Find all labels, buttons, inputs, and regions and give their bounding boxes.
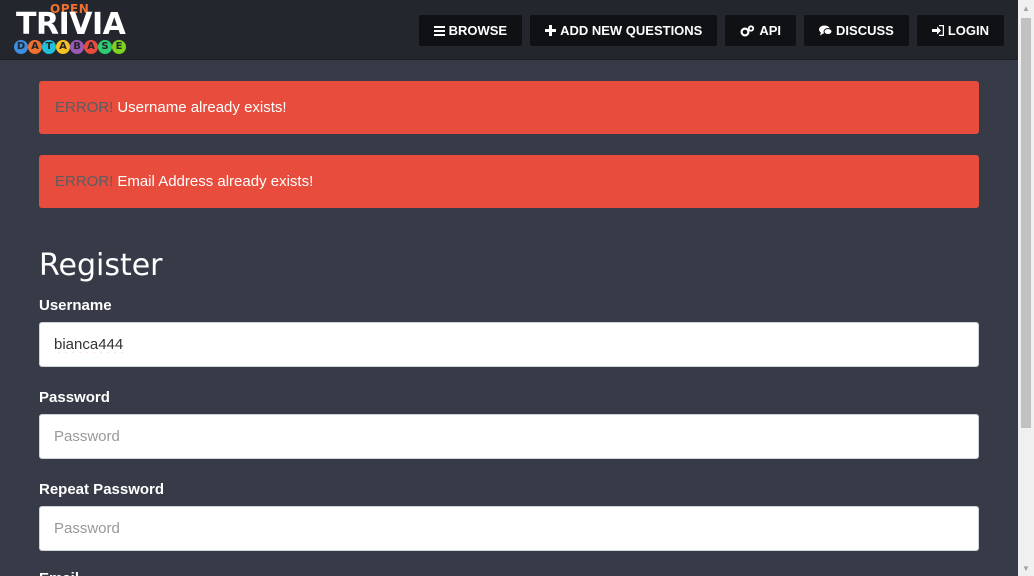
browse-button[interactable]: BROWSE	[418, 15, 523, 46]
logo-database-letters: D A T A B A S E	[14, 40, 126, 54]
password-input[interactable]	[39, 414, 979, 459]
discuss-label: DISCUSS	[836, 23, 894, 38]
logo-letter: A	[28, 40, 42, 54]
add-new-questions-button[interactable]: ADD NEW QUESTIONS	[530, 15, 718, 46]
logo-letter: A	[56, 40, 70, 54]
comments-icon	[819, 25, 833, 36]
list-icon	[433, 25, 445, 36]
sign-in-icon	[931, 25, 944, 36]
logo-letter: A	[84, 40, 98, 54]
scroll-thumb[interactable]	[1021, 18, 1031, 428]
api-label: API	[759, 23, 782, 38]
scroll-down-arrow-icon[interactable]: ▼	[1018, 560, 1034, 576]
site-logo[interactable]: OPEN TRIVIA D A T A B A S E	[14, 2, 126, 57]
repeat-password-input[interactable]	[39, 506, 979, 551]
api-button[interactable]: API	[725, 15, 797, 46]
password-label: Password	[39, 389, 110, 406]
plus-icon	[545, 25, 557, 36]
error-message: Email Address already exists!	[117, 173, 314, 190]
error-message: Username already exists!	[117, 99, 287, 116]
logo-letter: S	[98, 40, 112, 54]
logo-trivia-text: TRIVIA	[16, 7, 126, 42]
top-navbar: OPEN TRIVIA D A T A B A S E BROWSE ADD N…	[0, 0, 1018, 60]
username-input[interactable]	[39, 322, 979, 367]
error-prefix: ERROR!	[55, 173, 114, 190]
gears-icon	[740, 24, 755, 37]
add-new-questions-label: ADD NEW QUESTIONS	[560, 23, 703, 38]
email-label-partial: Email	[39, 571, 89, 576]
username-error-alert: ERROR! Username already exists!	[39, 81, 979, 134]
logo-letter: E	[112, 40, 126, 54]
error-prefix: ERROR!	[55, 99, 114, 116]
username-label: Username	[39, 297, 112, 314]
discuss-button[interactable]: DISCUSS	[804, 15, 909, 46]
logo-letter: D	[14, 40, 28, 54]
email-error-alert: ERROR! Email Address already exists!	[39, 155, 979, 208]
page-title: Register	[39, 248, 163, 283]
scroll-up-arrow-icon[interactable]: ▲	[1018, 0, 1034, 16]
login-button[interactable]: LOGIN	[916, 15, 1004, 46]
logo-letter: T	[42, 40, 56, 54]
repeat-password-label: Repeat Password	[39, 481, 165, 498]
logo-letter: B	[70, 40, 84, 54]
login-label: LOGIN	[947, 23, 989, 38]
browse-label: BROWSE	[448, 23, 508, 38]
page-scrollbar[interactable]: ▲ ▼	[1018, 0, 1034, 576]
nav-buttons: BROWSE ADD NEW QUESTIONS API DISCUSS LOG…	[411, 15, 1004, 46]
